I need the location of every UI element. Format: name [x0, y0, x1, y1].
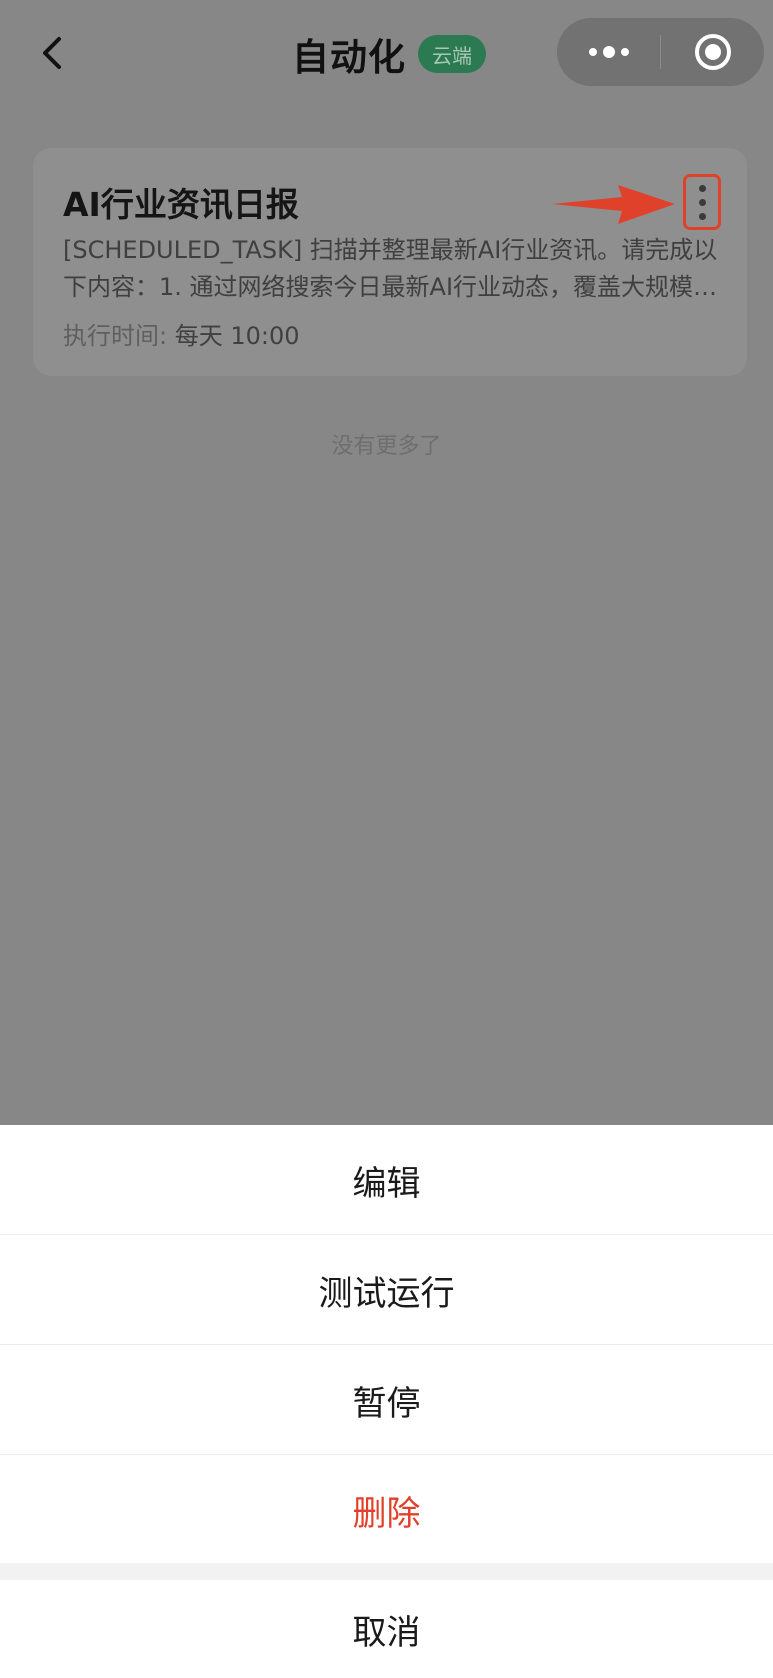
schedule-label: 执行时间:	[63, 322, 168, 350]
title-group: 自动化 云端	[292, 28, 486, 80]
vertical-dots-icon	[698, 198, 706, 206]
cancel-button[interactable]: 取消	[0, 1580, 773, 1678]
chevron-left-icon	[43, 37, 61, 69]
back-button[interactable]	[30, 28, 74, 78]
close-mini-program-button[interactable]	[661, 18, 764, 86]
mini-program-capsule	[557, 18, 764, 86]
list-end-text: 没有更多了	[331, 434, 442, 459]
target-circle-icon	[694, 34, 731, 70]
pause-button[interactable]: 暂停	[0, 1345, 773, 1455]
schedule-value: 每天 10:00	[174, 322, 300, 350]
action-sheet: 编辑 测试运行 暂停 删除 取消	[0, 1125, 773, 1678]
more-button[interactable]	[557, 18, 660, 86]
delete-button[interactable]: 删除	[0, 1455, 773, 1565]
task-title: AI行业资讯日报	[63, 185, 299, 224]
task-description: [SCHEDULED_TASK] 扫描并整理最新AI行业资讯。请完成以下内容：1…	[63, 236, 718, 301]
sheet-gap	[0, 1563, 773, 1580]
navigation-bar: 自动化 云端	[0, 0, 773, 110]
task-menu-button[interactable]	[683, 174, 721, 230]
page-title: 自动化	[292, 36, 406, 79]
edit-button[interactable]: 编辑	[0, 1125, 773, 1235]
cloud-badge: 云端	[418, 35, 486, 73]
red-arrow-annotation-icon	[552, 185, 675, 224]
task-schedule: 执行时间: 每天 10:00	[63, 316, 300, 351]
vertical-dots-icon	[698, 212, 706, 220]
test-run-button[interactable]: 测试运行	[0, 1235, 773, 1345]
more-dots-icon	[588, 46, 629, 58]
vertical-dots-icon	[698, 184, 706, 192]
